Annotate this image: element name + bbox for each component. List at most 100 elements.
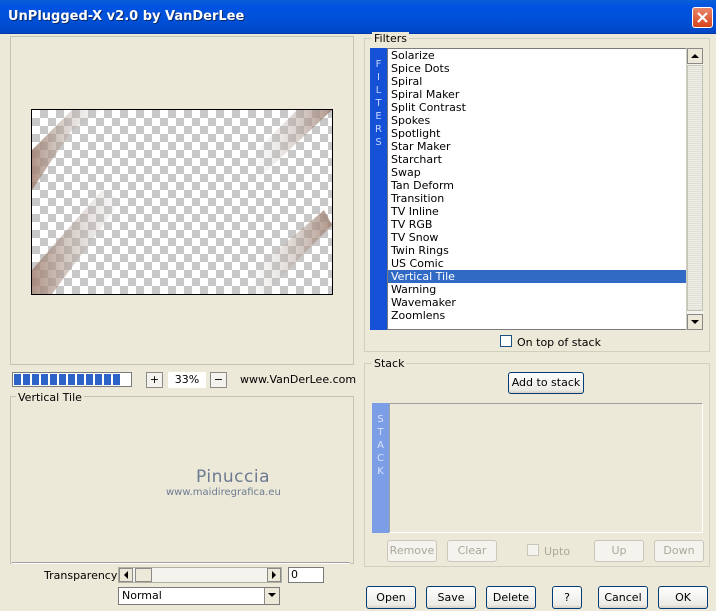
stack-list[interactable] — [389, 403, 703, 533]
filter-list-item[interactable]: Starchart — [388, 153, 690, 166]
close-icon — [697, 12, 708, 23]
filter-list-item[interactable]: Solarize — [388, 49, 690, 62]
filter-list-item[interactable]: Vertical Tile — [388, 270, 690, 283]
progress-block — [23, 374, 30, 385]
zoom-level: 33% — [168, 372, 206, 388]
arrow-right-icon — [272, 571, 276, 579]
on-top-label[interactable]: On top of stack — [517, 336, 601, 349]
ok-button[interactable]: OK — [658, 586, 708, 609]
add-to-stack-button[interactable]: Add to stack — [508, 372, 584, 394]
filter-list-item[interactable]: Spotlight — [388, 127, 690, 140]
delete-button[interactable]: Delete — [486, 586, 536, 609]
filter-list-item[interactable]: Split Contrast — [388, 101, 690, 114]
sidebar-letter: L — [375, 85, 382, 96]
preview-stripes-graphic — [32, 110, 332, 294]
filter-description-panel — [10, 396, 354, 564]
sidebar-letter: I — [377, 72, 380, 83]
progress-block — [32, 374, 39, 385]
scroll-right-button[interactable] — [267, 568, 281, 582]
filters-scrollbar[interactable] — [686, 48, 703, 330]
filters-list[interactable]: Solarize Spice Dots Spiral Spiral Maker Spli… — [387, 48, 691, 330]
sidebar-letter: E — [375, 111, 382, 122]
progress-block — [59, 374, 66, 385]
filter-list-item[interactable]: Spokes — [388, 114, 690, 127]
filters-sidebar: FILTERS — [370, 48, 387, 330]
upto-label: Upto — [544, 545, 571, 558]
help-button[interactable]: ? — [552, 586, 582, 609]
watermark-name: Pinuccia — [196, 467, 270, 487]
scroll-up-button[interactable] — [687, 48, 703, 64]
chevron-down-icon — [268, 593, 276, 597]
filter-description-title: Vertical Tile — [16, 391, 84, 404]
open-button[interactable]: Open — [366, 586, 416, 609]
remove-button[interactable]: Remove — [387, 540, 437, 562]
progress-block — [77, 374, 84, 385]
filter-list-item[interactable]: TV RGB — [388, 218, 690, 231]
progress-block — [113, 374, 120, 385]
progress-block — [95, 374, 102, 385]
website-link[interactable]: www.VanDerLee.com — [240, 373, 356, 386]
sidebar-letter: F — [375, 59, 382, 70]
filter-list-item[interactable]: Spiral Maker — [388, 88, 690, 101]
down-button[interactable]: Down — [654, 540, 704, 562]
filter-list-item[interactable]: US Comic — [388, 257, 690, 270]
filter-list-item[interactable]: Swap — [388, 166, 690, 179]
up-button[interactable]: Up — [594, 540, 644, 562]
filter-list-item[interactable]: Twin Rings — [388, 244, 690, 257]
arrow-up-icon — [691, 54, 699, 58]
arrow-down-icon — [691, 320, 699, 324]
progress-block — [68, 374, 75, 385]
sidebar-letter: S — [377, 414, 384, 425]
filter-list-item[interactable]: TV Snow — [388, 231, 690, 244]
sidebar-letter: R — [375, 124, 382, 135]
title-bar[interactable]: UnPlugged-X v2.0 by VanDerLee — [0, 0, 716, 34]
filter-list-item[interactable]: Tan Deform — [388, 179, 690, 192]
sidebar-letter: A — [377, 440, 384, 451]
progress-block — [41, 374, 48, 385]
arrow-left-icon — [124, 571, 128, 579]
filter-list-item[interactable]: Spice Dots — [388, 62, 690, 75]
save-button[interactable]: Save — [426, 586, 476, 609]
blend-mode-select[interactable]: Normal — [118, 587, 280, 605]
sidebar-letter: S — [375, 137, 382, 148]
filter-list-item[interactable]: Spiral — [388, 75, 690, 88]
progress-block — [104, 374, 111, 385]
progress-block — [14, 374, 21, 385]
filter-list-item[interactable]: TV Inline — [388, 205, 690, 218]
filters-group-label: Filters — [372, 32, 409, 45]
sidebar-letter: C — [377, 453, 384, 464]
sidebar-letter: K — [377, 466, 384, 477]
progress-block — [50, 374, 57, 385]
zoom-out-button[interactable]: − — [210, 372, 227, 388]
close-button[interactable] — [692, 7, 713, 28]
watermark-url: www.maidiregrafica.eu — [166, 487, 281, 498]
window-title: UnPlugged-X v2.0 by VanDerLee — [8, 9, 245, 24]
blend-mode-value: Normal — [122, 589, 162, 602]
scroll-down-button[interactable] — [687, 314, 703, 330]
scroll-thumb[interactable] — [687, 65, 703, 311]
clear-button[interactable]: Clear — [447, 540, 497, 562]
filter-list-item[interactable]: Transition — [388, 192, 690, 205]
filter-list-item[interactable]: Zoomlens — [388, 309, 690, 322]
filter-list-item[interactable]: Star Maker — [388, 140, 690, 153]
slider-thumb[interactable] — [135, 568, 152, 582]
transparency-slider[interactable] — [118, 567, 282, 583]
cancel-button[interactable]: Cancel — [598, 586, 648, 609]
divider — [12, 562, 350, 564]
sidebar-letter: T — [375, 98, 382, 109]
stack-group-label: Stack — [372, 357, 407, 370]
transparency-input[interactable]: 0 — [288, 567, 324, 583]
sidebar-letter: T — [377, 427, 384, 438]
progress-block — [86, 374, 93, 385]
progress-bar — [12, 372, 132, 387]
preview-image[interactable] — [31, 109, 333, 295]
transparency-label: Transparency — [44, 569, 118, 582]
scroll-left-button[interactable] — [119, 568, 133, 582]
dropdown-button[interactable] — [264, 588, 279, 604]
upto-checkbox[interactable] — [527, 544, 539, 556]
stack-sidebar: STACK — [372, 403, 389, 533]
filter-list-item[interactable]: Warning — [388, 283, 690, 296]
filter-list-item[interactable]: Wavemaker — [388, 296, 690, 309]
on-top-checkbox[interactable] — [500, 335, 512, 347]
zoom-in-button[interactable]: + — [146, 372, 163, 388]
